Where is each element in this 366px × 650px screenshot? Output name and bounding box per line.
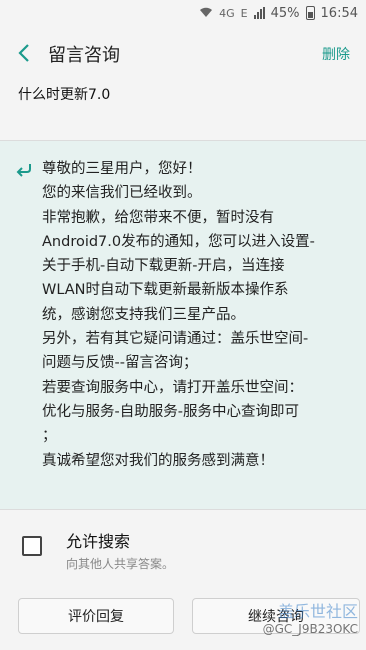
- reply-line: WLAN时自动下载更新最新版本操作系: [42, 282, 289, 299]
- reply-line: 统，感谢您支持我们三星产品。: [42, 306, 245, 323]
- reply-line: 您的来信我们已经收到。: [42, 185, 202, 202]
- reply-arrow-icon: [16, 161, 32, 182]
- wifi-icon: [199, 6, 213, 21]
- question-text: 什么时更新7.0: [0, 84, 366, 140]
- status-bar: 4G E 45% 16:54: [0, 0, 366, 26]
- delete-button[interactable]: 删除: [322, 44, 366, 64]
- reply-line: 优化与服务-自助服务-服务中心查询即可: [42, 403, 299, 420]
- chevron-left-icon: [18, 40, 30, 68]
- back-button[interactable]: [0, 26, 48, 82]
- watermark-brand: 盖乐世社区: [277, 602, 358, 621]
- battery-percent: 45%: [270, 5, 300, 21]
- reply-line: 另外，若有其它疑问请通过：盖乐世空间-: [42, 331, 309, 348]
- reply-line: 非常抱歉，给您带来不便，暂时没有: [42, 209, 274, 226]
- reply-line: ；: [42, 428, 57, 445]
- reply-line: 若要查询服务中心，请打开盖乐世空间：: [42, 379, 303, 396]
- allow-search-title: 允许搜索: [66, 532, 131, 551]
- reply-line: 关于手机-自动下载更新-开启，当连接: [42, 258, 285, 275]
- page-title: 留言咨询: [48, 45, 120, 66]
- reply-line: 尊敬的三星用户，您好！: [42, 161, 202, 177]
- rate-reply-button[interactable]: 评价回复: [18, 598, 174, 634]
- reply-panel: 尊敬的三星用户，您好！ 您的来信我们已经收到。 非常抱歉，给您带来不便，暂时没有…: [0, 140, 366, 510]
- allow-search-section: 允许搜索 向其他人共享答案。: [0, 512, 366, 588]
- reply-line: 真诚希望您对我们的服务感到满意！: [42, 452, 274, 469]
- allow-search-checkbox[interactable]: [22, 536, 42, 556]
- signal-icon: [253, 7, 265, 19]
- watermark-user: @GC_J9B23OKC: [262, 622, 358, 636]
- battery-icon: [305, 6, 315, 20]
- network-label-4g: 4G: [219, 6, 235, 20]
- clock: 16:54: [320, 5, 358, 21]
- reply-line: Android7.0发布的通知，您可以进入设置-: [42, 233, 315, 250]
- allow-search-subtitle: 向其他人共享答案。: [66, 557, 175, 571]
- network-label-e: E: [240, 6, 248, 20]
- app-header: 留言咨询 删除: [0, 26, 366, 82]
- reply-line: 问题与反馈--留言咨询；: [42, 355, 198, 372]
